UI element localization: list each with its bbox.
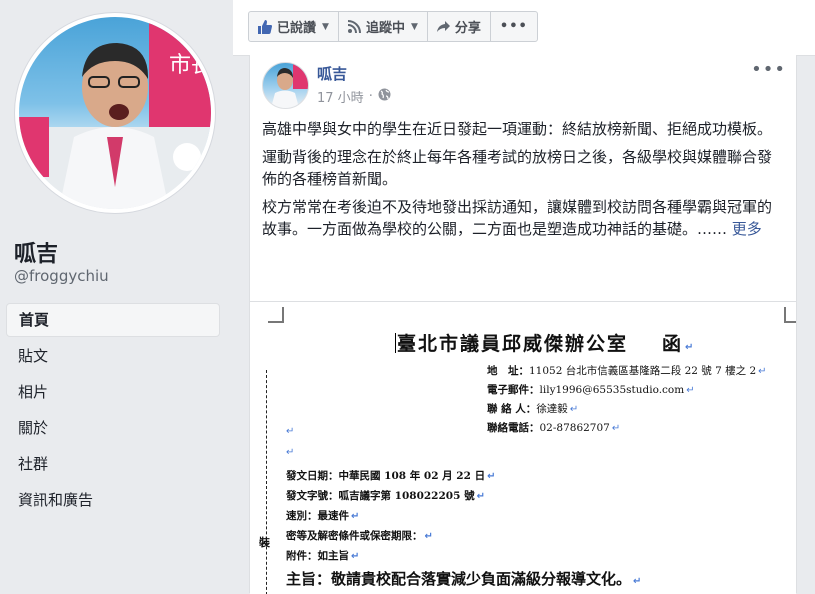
contact-address-label: 地 址： [487, 365, 529, 377]
following-label: 追蹤中 [365, 21, 405, 36]
liked-button[interactable]: 已說讚 ▼ [249, 12, 339, 41]
document-secrecy-label: 密等及解密條件或保密期限： [286, 530, 423, 542]
nav-item-info-and-ads[interactable]: 資訊和廣告 [6, 483, 220, 517]
contact-address: 地 址：11052 台北市信義區基隆路二段 22 號 7 樓之 2 ↵ [487, 362, 767, 381]
more-dots-icon: ••• [499, 19, 528, 34]
document-title-text: 臺北市議員邱威傑辦公室 [397, 333, 629, 355]
paragraph-mark: ↵ [286, 426, 295, 437]
text-cursor [395, 333, 396, 353]
nav-item-posts[interactable]: 貼文 [6, 339, 220, 373]
contact-phone: 聯絡電話：02-87862707 ↵ [487, 419, 767, 438]
contact-email-value: lily1996@65535studio.com [539, 384, 685, 396]
post-card: 呱吉 17 小時 · ••• 高雄中學與女中的學生在近日發起一項運動：終結放榜新… [249, 55, 797, 594]
paragraph-mark: ↵ [633, 576, 642, 587]
contact-email-label: 電子郵件： [487, 384, 540, 396]
paragraph-mark: ↵ [424, 531, 433, 542]
document-speed-label: 速別： [286, 510, 318, 522]
page-action-bar: 已說讚 ▼ 追蹤中 ▼ 分享 ••• [233, 0, 815, 56]
crop-mark [268, 307, 284, 323]
caret-down-icon: ▼ [322, 21, 329, 32]
document-title: 臺北市議員邱威傑辦公室 函 ↵ [395, 329, 695, 356]
document-date-value: 中華民國 108 年 02 月 22 日 [338, 470, 486, 482]
liked-label: 已說讚 [277, 21, 317, 36]
binding-mark: 裝 [259, 536, 270, 549]
document-attachment-value: 如主旨 [317, 550, 350, 562]
post-timestamp[interactable]: 17 小時 [317, 87, 364, 106]
paragraph-mark: ↵ [686, 385, 695, 396]
page-username[interactable]: @froggychiu [14, 267, 109, 285]
paragraph-mark: ↵ [351, 511, 360, 522]
see-more-link[interactable]: 更多 [732, 220, 762, 238]
document-contact-block: 地 址：11052 台北市信義區基隆路二段 22 號 7 樓之 2 ↵ 電子郵件：… [487, 362, 767, 438]
share-arrow-icon [436, 20, 450, 33]
document-subject-value: 敬請貴校配合落實減少負面滿級分報導文化。 [331, 570, 632, 588]
profile-picture[interactable]: 市長 [19, 17, 211, 209]
document-speed: 速別：最速件 ↵ [286, 508, 359, 523]
post-paragraph: 高雄中學與女中的學生在近日發起一項運動：終結放榜新聞、拒絕成功模板。 [262, 120, 773, 138]
paragraph-mark: ↵ [611, 423, 621, 434]
left-column: 市長 呱吉 @froggychiu 首頁 貼文 相片 關於 社群 資訊和廣告 [0, 0, 232, 593]
nav-item-about[interactable]: 關於 [6, 411, 220, 445]
share-label: 分享 [454, 21, 481, 36]
globe-icon[interactable] [378, 88, 391, 105]
post-options-button[interactable]: ••• [751, 59, 786, 80]
binding-line [266, 370, 267, 594]
post-paragraph-text: 校方常常在考後迫不及待地發出採訪通知，讓媒體到校訪問各種學霸與冠軍的故事。一方面… [262, 198, 773, 238]
paragraph-mark: ↵ [476, 491, 485, 502]
following-button[interactable]: 追蹤中 ▼ [339, 12, 428, 41]
contact-person-value: 徐達毅 [536, 403, 568, 415]
document-subject: 主旨：敬請貴校配合落實減少負面滿級分報導文化。 ↵ [286, 568, 641, 589]
document-number: 發文字號：呱吉議字第 108022205 號 ↵ [286, 488, 485, 503]
rss-feed-icon [347, 20, 361, 33]
contact-person-label: 聯 絡 人： [487, 403, 537, 415]
contact-email: 電子郵件：lily1996@65535studio.com ↵ [487, 381, 767, 400]
meta-separator: · [368, 89, 373, 104]
share-button[interactable]: 分享 [428, 12, 491, 41]
nav-item-photos[interactable]: 相片 [6, 375, 220, 409]
post-body: 高雄中學與女中的學生在近日發起一項運動：終結放榜新聞、拒絕成功模板。 運動背後的… [262, 118, 782, 246]
post-author-avatar[interactable] [262, 62, 309, 109]
paragraph-mark: ↵ [685, 342, 696, 353]
post-paragraph: 校方常常在考後迫不及待地發出採訪通知，讓媒體到校訪問各種學霸與冠軍的故事。一方面… [262, 196, 782, 240]
post-paragraph: 運動背後的理念在於終止每年各種考試的放榜日之後，各級學校與媒體聯合發佈的各種榜首… [262, 148, 773, 188]
contact-person: 聯 絡 人：徐達毅 ↵ [487, 400, 767, 419]
document-attachment-label: 附件： [286, 550, 318, 562]
document-attachment: 附件：如主旨 ↵ [286, 548, 359, 563]
contact-address-value: 11052 台北市信義區基隆路二段 22 號 7 樓之 2 [529, 365, 757, 377]
document-secrecy: 密等及解密條件或保密期限： ↵ [286, 528, 433, 543]
paragraph-mark: ↵ [351, 551, 360, 562]
action-button-group: 已說讚 ▼ 追蹤中 ▼ 分享 ••• [248, 11, 538, 42]
document-date-label: 發文日期： [286, 470, 339, 482]
document-number-label: 發文字號： [286, 490, 339, 502]
caret-down-icon: ▼ [410, 21, 418, 32]
contact-phone-value: 02-87862707 [539, 422, 610, 434]
document-date: 發文日期：中華民國 108 年 02 月 22 日 ↵ [286, 468, 495, 483]
crop-mark [784, 307, 796, 323]
document-subject-label: 主旨： [286, 570, 332, 588]
paragraph-mark: ↵ [758, 366, 767, 377]
thumbs-up-icon [258, 19, 272, 34]
paragraph-mark: ↵ [487, 471, 496, 482]
document-speed-value: 最速件 [317, 510, 350, 522]
post-meta: 17 小時 · [317, 87, 391, 106]
document-title-suffix: 函 [662, 333, 684, 355]
author-photo-illustration [271, 63, 308, 108]
contact-phone-label: 聯絡電話： [487, 422, 540, 434]
post-attached-document[interactable]: 臺北市議員邱威傑辦公室函 ↵ 地 址：11052 台北市信義區基隆路二段 22 號… [250, 301, 796, 594]
page-name: 呱吉 [14, 242, 59, 267]
paragraph-mark: ↵ [286, 447, 295, 458]
more-options-button[interactable]: ••• [491, 12, 537, 41]
paragraph-mark: ↵ [569, 404, 579, 415]
profile-photo-illustration: 市長 [19, 17, 211, 209]
nav-item-community[interactable]: 社群 [6, 447, 220, 481]
document-number-value: 呱吉議字第 108022205 號 [338, 490, 475, 502]
page-nav: 首頁 貼文 相片 關於 社群 資訊和廣告 [6, 303, 220, 519]
post-author-name[interactable]: 呱吉 [317, 63, 347, 84]
nav-item-home[interactable]: 首頁 [6, 303, 220, 337]
